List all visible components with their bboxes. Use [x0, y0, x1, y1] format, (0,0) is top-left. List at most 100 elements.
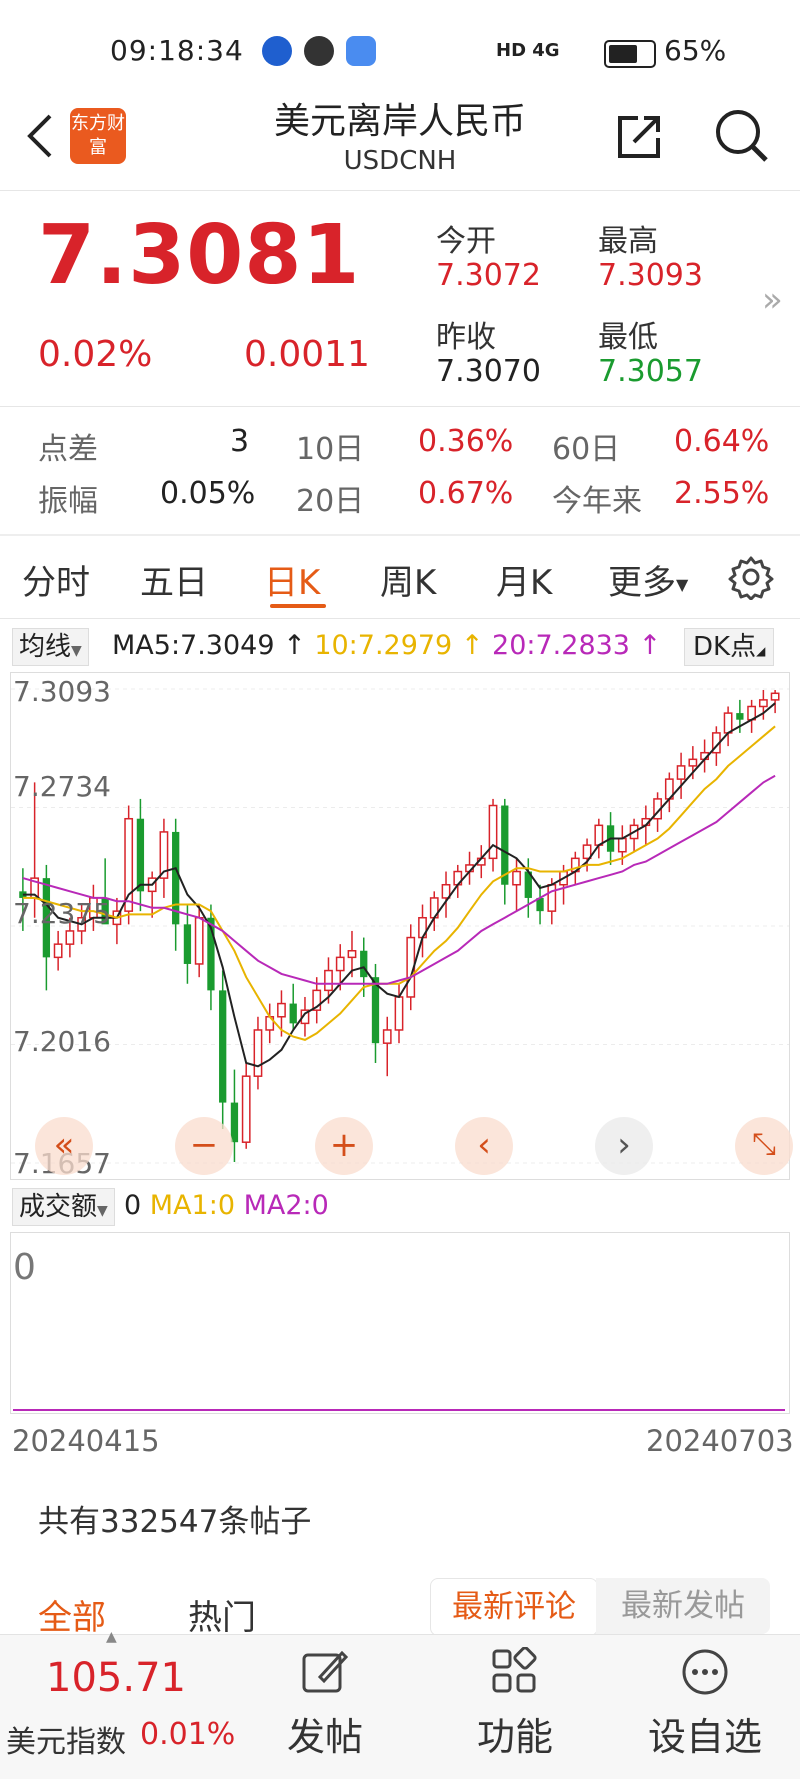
y-tick-label: 7.3093: [13, 675, 111, 708]
sort-latest-post[interactable]: 最新发帖: [596, 1578, 770, 1634]
more-dots-icon: [682, 1649, 728, 1695]
kline-chart[interactable]: 7.3093 7.2734 7.2375 7.2016 7.1657 « − +…: [10, 672, 793, 1180]
prev-close-label: 昨收: [436, 320, 496, 355]
spread-value: 3: [230, 424, 250, 459]
tab-weekly-k[interactable]: 周K: [380, 555, 436, 604]
function-button-label: 功能: [476, 1715, 553, 1759]
zoom-out-button[interactable]: −: [175, 1117, 233, 1175]
arrow-up-icon: ↑: [274, 630, 315, 661]
y-tick-label: 7.2016: [13, 1025, 111, 1058]
candle-body: [547, 883, 557, 912]
candle-body: [194, 916, 204, 965]
ma-legend: MA5:7.3049 ↑ 10:7.2979 ↑ 20:7.2833 ↑: [112, 630, 661, 661]
search-button[interactable]: [712, 106, 772, 166]
ytd-label: 今年来: [552, 484, 642, 519]
candle-body: [688, 758, 698, 767]
add-watchlist-button[interactable]: 设自选: [640, 1647, 770, 1761]
candle-body: [241, 1075, 251, 1143]
add-watchlist-label: 设自选: [647, 1715, 762, 1759]
post-button-label: 发帖: [286, 1715, 363, 1759]
tab-monthly-k[interactable]: 月K: [496, 555, 552, 604]
dk-point-label: DK点: [693, 632, 757, 662]
scroll-left-button[interactable]: ‹: [455, 1117, 513, 1175]
caret-down-icon: ▼: [676, 575, 689, 594]
amplitude-value: 0.05%: [160, 476, 256, 511]
ma-selector-label: 均线: [19, 632, 72, 662]
function-button[interactable]: 功能: [460, 1646, 570, 1761]
battery-percent: 65%: [664, 34, 727, 67]
low-label: 最低: [598, 320, 658, 355]
candle-body: [124, 817, 134, 912]
change-percent: 0.02%: [38, 334, 153, 375]
spread-label: 点差: [38, 432, 98, 467]
gear-icon: [728, 556, 774, 601]
candle-body: [488, 804, 498, 860]
candle-body: [253, 1029, 263, 1077]
candle-body: [53, 943, 63, 959]
notification-icons: [262, 36, 376, 66]
candle-body: [512, 870, 521, 886]
share-button[interactable]: [612, 108, 668, 164]
d20-value: 0.67%: [418, 476, 514, 511]
active-tab-underline: [270, 604, 326, 608]
candle-body: [183, 924, 192, 964]
d60-value: 0.64%: [674, 424, 770, 459]
tab-intraday[interactable]: 分时: [22, 555, 90, 604]
fullscreen-button[interactable]: ⤡: [735, 1117, 793, 1175]
dollar-index-name[interactable]: 美元指数: [6, 1717, 126, 1761]
volume-value: 0: [124, 1190, 142, 1221]
tab-hot-posts[interactable]: 热门: [188, 1590, 256, 1639]
tab-more[interactable]: 更多▼: [608, 555, 688, 604]
expand-quote-icon[interactable]: »: [762, 280, 783, 320]
current-price: 7.3081: [38, 208, 361, 303]
candle-body: [676, 765, 686, 780]
chart-settings-button[interactable]: [728, 554, 774, 601]
post-button[interactable]: 发帖: [270, 1647, 380, 1761]
volume-selector[interactable]: 成交额▼: [12, 1188, 115, 1226]
candle-body: [382, 1029, 392, 1044]
caret-down-icon: ▼: [97, 1203, 108, 1219]
dollar-index-change: 0.01%: [140, 1717, 236, 1752]
zoom-in-button[interactable]: +: [315, 1117, 373, 1175]
app-notify-icon-3: [346, 36, 376, 66]
candle-body: [277, 1002, 286, 1018]
low-value: 7.3057: [598, 354, 703, 389]
index-expand-icon: ▲: [106, 1629, 117, 1645]
candle-body: [770, 692, 780, 701]
tab-five-day[interactable]: 五日: [140, 555, 208, 604]
sort-latest-comment[interactable]: 最新评论: [430, 1578, 598, 1636]
dollar-index-value[interactable]: 105.71: [46, 1655, 186, 1701]
candle-body: [324, 969, 333, 992]
page-title: 美元离岸人民币: [273, 101, 526, 142]
kline-chart-svg: [11, 688, 789, 1164]
tab-daily-k[interactable]: 日K: [264, 555, 320, 604]
scroll-right-button[interactable]: ›: [595, 1117, 653, 1175]
ma-selector[interactable]: 均线▼: [12, 628, 89, 666]
volume-chart[interactable]: 0: [10, 1232, 790, 1414]
candle-body: [219, 990, 227, 1103]
ma20-value: 20:7.2833: [492, 630, 630, 661]
scroll-to-start-button[interactable]: «: [35, 1117, 93, 1175]
start-date: 20240415: [12, 1424, 160, 1458]
candle-body: [758, 699, 768, 708]
candle-body: [335, 956, 345, 972]
volume-ma2: MA2:0: [243, 1190, 329, 1221]
d20-label: 20日: [296, 484, 365, 519]
candle-body: [65, 930, 75, 945]
open-value: 7.3072: [436, 258, 541, 293]
tab-all-posts[interactable]: 全部: [38, 1590, 106, 1639]
candle-body: [617, 837, 627, 853]
d10-value: 0.36%: [418, 424, 514, 459]
volume-baseline: [13, 1409, 785, 1411]
volume-axis-label: 0: [13, 1247, 36, 1288]
open-label: 今开: [436, 224, 496, 259]
candle-body: [360, 950, 368, 978]
caret-down-icon: ▼: [71, 643, 82, 659]
volume-ma1: MA1:0: [149, 1190, 235, 1221]
arrow-up-icon: ↑: [452, 630, 493, 661]
arrow-up-icon: ↑: [629, 630, 662, 661]
dk-point-button[interactable]: DK点◢: [684, 628, 775, 666]
change-value: 0.0011: [244, 334, 370, 375]
app-notify-icon-1: [262, 36, 292, 66]
candle-body: [136, 818, 145, 892]
